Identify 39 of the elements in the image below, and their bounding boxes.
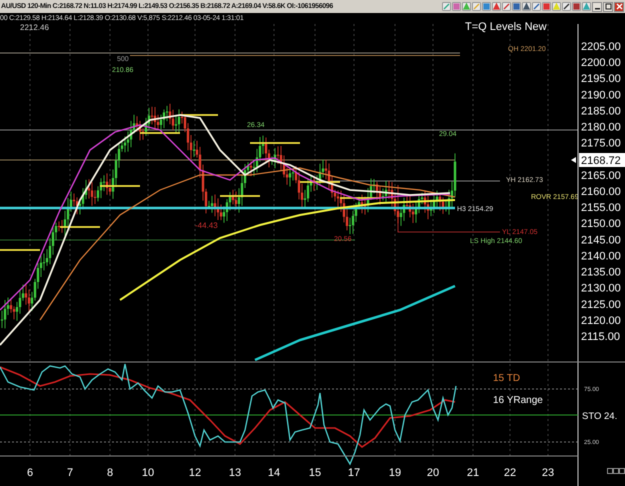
price-axis-label: 2180.00 xyxy=(581,122,621,134)
price-axis-label: 2145.00 xyxy=(581,234,621,246)
price-axis-label: 2150.00 xyxy=(581,218,621,230)
date-axis-label: 22 xyxy=(504,467,516,479)
last-price-label: 2168.72 xyxy=(579,153,625,167)
date-axis-label: 13 xyxy=(228,467,242,479)
date-axis-label: 20 xyxy=(426,467,440,479)
price-axis-label: 2160.00 xyxy=(581,186,621,198)
price-axis-label: 2165.00 xyxy=(581,170,621,182)
price-axis-label: 2195.00 xyxy=(581,73,621,86)
price-axis-label: 2205.00 xyxy=(581,41,621,53)
indicator-name: STO 24. xyxy=(582,411,618,422)
date-axis-label: 21 xyxy=(466,467,480,479)
price-axis-label: 2185.00 xyxy=(581,105,621,118)
price-axis-label: 2190.00 xyxy=(581,89,621,102)
price-axis-label: 2155.00 xyxy=(581,202,621,214)
price-axis-label: 2125.00 xyxy=(581,298,621,311)
date-axis-label: 19 xyxy=(388,467,402,479)
high-label: 2212.46 xyxy=(20,24,49,32)
date-axis-label: 15 xyxy=(308,467,322,479)
price-axis-label: 2175.00 xyxy=(581,138,621,150)
date-axis-label: 17 xyxy=(348,467,360,479)
price-axis-label: 2120.00 xyxy=(581,314,621,327)
chart-title: T=Q Levels New xyxy=(465,21,547,34)
date-axis-label: 12 xyxy=(188,467,202,479)
level-label: -44.43 xyxy=(195,221,218,230)
date-axis-label: 23 xyxy=(542,467,554,479)
price-axis-label: 2135.00 xyxy=(581,266,621,279)
price-axis-label: 2140.00 xyxy=(581,250,621,262)
date-axis-label: 8 xyxy=(106,467,114,479)
date-axis-label: 6 xyxy=(26,467,34,479)
legend-label: 16 YRange xyxy=(493,395,543,406)
price-axis-label: 2200.00 xyxy=(581,57,621,70)
date-axis-label: 14 xyxy=(268,467,280,479)
date-axis-label: 7 xyxy=(66,467,74,479)
date-axis-label: 10 xyxy=(142,467,154,479)
price-axis-label: 2130.00 xyxy=(581,282,621,295)
legend-label: 15 TD xyxy=(493,373,520,384)
price-axis-label: 2115.00 xyxy=(581,330,620,343)
